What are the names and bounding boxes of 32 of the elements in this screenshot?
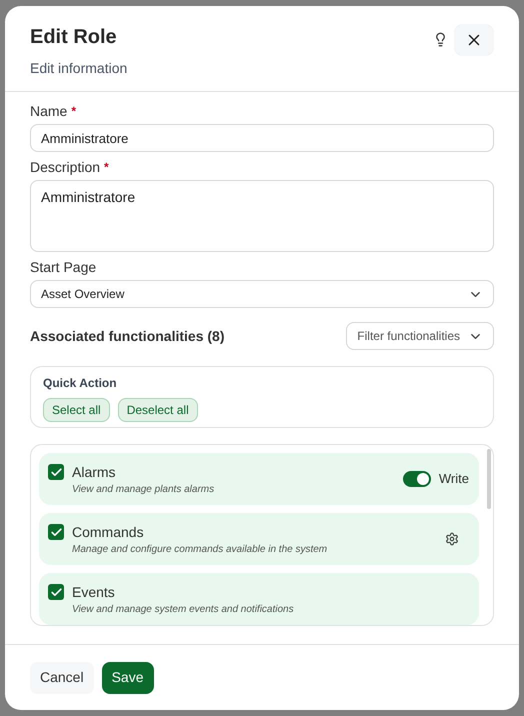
lightbulb-icon[interactable] [433, 32, 448, 47]
dialog-subtitle: Edit information [30, 59, 128, 78]
field-label: Description [30, 158, 100, 176]
quick-action-button[interactable]: Select all [43, 398, 110, 422]
cancel-button[interactable]: Cancel [30, 662, 94, 694]
checkbox[interactable] [48, 464, 64, 480]
settings-icon[interactable] [445, 532, 459, 546]
write-toggle[interactable] [402, 471, 431, 487]
quick-action-button[interactable]: Deselect all [118, 398, 198, 422]
description-field[interactable]: Amministratore [30, 180, 494, 252]
save-button[interactable]: Save [102, 662, 154, 694]
name-field[interactable]: Amministratore [30, 124, 494, 152]
scrollbar[interactable] [487, 449, 491, 509]
functionality-name: Events [72, 582, 115, 602]
functionality-name: Alarms [72, 462, 116, 482]
toggle-label: Write [438, 470, 469, 488]
dialog-title: Edit Role [30, 25, 118, 50]
functionality-name: Commands [72, 522, 144, 542]
functionality-description: View and manage system events and notifications [72, 602, 295, 616]
required-mark: * [71, 103, 76, 120]
field-label: Name [30, 102, 68, 120]
close-button[interactable] [454, 24, 494, 56]
checkbox[interactable] [48, 524, 64, 540]
start-page-select[interactable]: Asset Overview [30, 280, 494, 308]
functionality-description: View and manage plants alarms [72, 482, 216, 496]
filter-select[interactable]: Filter functionalities [346, 322, 494, 350]
required-mark: * [104, 159, 109, 176]
functionality-description: Manage and configure commands available in the system [72, 542, 328, 556]
section-heading: Associated functionalities (8) [30, 326, 224, 346]
quick-action-title: Quick Action [43, 375, 118, 392]
field-label: Start Page [30, 258, 96, 276]
checkbox[interactable] [48, 584, 64, 600]
